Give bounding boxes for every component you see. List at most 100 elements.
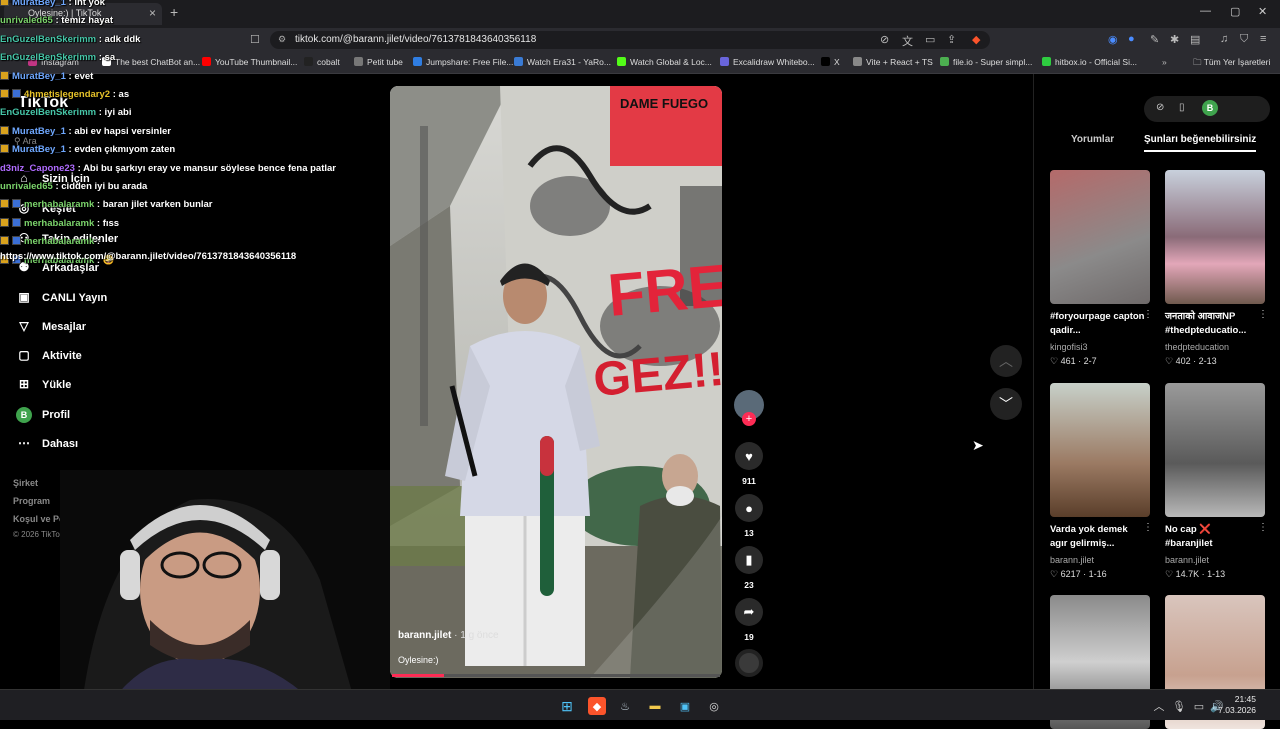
chat-username[interactable]: MuratBey_1	[12, 144, 66, 155]
save-button[interactable]: ▮ 23	[734, 546, 764, 590]
windows-start-icon[interactable]: ⊞	[558, 697, 576, 715]
footer-link[interactable]: Program	[13, 496, 50, 506]
file-explorer-icon[interactable]: ▬	[646, 697, 664, 715]
bookmark-item[interactable]: Watch Era31 - YaRo...	[514, 57, 611, 67]
chat-username[interactable]: unrivaled65	[0, 15, 53, 26]
music-disc-icon[interactable]	[735, 649, 763, 677]
video-thumbnail[interactable]	[1050, 170, 1150, 304]
bookmark-item[interactable]: The best ChatBot an...	[102, 57, 200, 67]
photos-icon[interactable]: ▣	[676, 697, 694, 715]
brave-shield-icon[interactable]: ◆	[972, 33, 980, 46]
chat-username[interactable]: 4hmetislegendary2	[24, 89, 110, 100]
chat-username[interactable]: d3niz_Capone23	[0, 163, 75, 174]
new-tab-button[interactable]: +	[170, 4, 178, 20]
suggested-author[interactable]: barann.jilet	[1050, 555, 1094, 565]
sidebar-item-live[interactable]: ▣ CANLI Yayın	[16, 290, 107, 304]
share-button[interactable]: ➦ 19	[734, 598, 764, 642]
suggested-title[interactable]: Varda yok demek agır gelirmiş...	[1050, 523, 1145, 551]
video-author[interactable]: barann.jilet · 1 g önce	[398, 630, 499, 641]
music-disc[interactable]	[734, 649, 764, 677]
bookmark-item[interactable]: cobalt	[304, 57, 340, 67]
share-page-icon[interactable]: ⇪	[947, 33, 956, 46]
comment-button[interactable]: ● 13	[734, 494, 764, 538]
suggested-title[interactable]: #foryourpage capton qadir...	[1050, 310, 1145, 338]
author-avatar[interactable]: +	[734, 390, 764, 426]
chat-username[interactable]: merhabalaramk	[24, 236, 94, 247]
profile-avatar[interactable]: B	[1202, 100, 1218, 116]
bookmark-item[interactable]: hitbox.io - Official Si...	[1042, 57, 1137, 67]
bookmark-item[interactable]: Excalidraw Whitebo...	[720, 57, 815, 67]
share-icon[interactable]: ➦	[735, 598, 763, 626]
music-icon[interactable]: ♫	[1220, 33, 1228, 45]
sidebar-item-profile-avatar[interactable]: B Profil	[16, 407, 70, 423]
tab-suggested[interactable]: Şunları beğenebilirsiniz	[1144, 134, 1257, 152]
network-icon[interactable]: ▭	[1190, 697, 1208, 715]
more-options-icon[interactable]: ⋮	[1143, 522, 1153, 533]
extension-3-icon[interactable]: ✎	[1150, 33, 1159, 46]
sidebar-item-send[interactable]: ▽ Mesajlar	[16, 319, 86, 333]
suggested-author[interactable]: thedpteducation	[1165, 342, 1229, 352]
follow-plus-icon[interactable]: +	[742, 412, 756, 426]
extensions-icon[interactable]: ✱	[1170, 33, 1179, 46]
chat-username[interactable]: MuratBey_1	[12, 0, 66, 8]
cast-icon[interactable]: ▭	[925, 33, 935, 46]
bookmark-page-icon[interactable]: ☐	[250, 33, 260, 46]
chat-username[interactable]: MuratBey_1	[12, 126, 66, 137]
chat-username[interactable]: merhabalaramk	[24, 218, 94, 229]
tab-comments[interactable]: Yorumlar	[1071, 134, 1114, 145]
system-clock[interactable]: 21:45 7.03.2026	[1218, 694, 1256, 716]
menu-icon[interactable]: ≡	[1260, 33, 1266, 45]
next-video-button[interactable]: ﹀	[990, 388, 1022, 420]
coins-icon[interactable]: ⊘	[1156, 102, 1164, 113]
more-options-icon[interactable]: ⋮	[1258, 522, 1268, 533]
shields-off-icon[interactable]: ⊘	[880, 33, 889, 46]
microphone-icon[interactable]: 🎙	[1170, 697, 1188, 715]
bookmark-item[interactable]: file.io - Super simpl...	[940, 57, 1032, 67]
more-options-icon[interactable]: ⋮	[1258, 309, 1268, 320]
bookmark-item[interactable]: Petit tube	[354, 57, 403, 67]
sidebar-item-more[interactable]: ⋯ Dahası	[16, 436, 78, 450]
like-button[interactable]: ♥ 911	[734, 442, 764, 486]
bookmark-item[interactable]: YouTube Thumbnail...	[202, 57, 297, 67]
obs-icon[interactable]: ◎	[705, 697, 723, 715]
video-progress-bar[interactable]	[392, 674, 720, 677]
suggested-title[interactable]: जनताको आवाजNP #thedpteducatio...	[1165, 310, 1260, 338]
chat-username[interactable]: MuratBey_1	[12, 71, 66, 82]
extension-1-icon[interactable]: ◉	[1108, 33, 1118, 46]
heart-icon[interactable]: ♥	[735, 442, 763, 470]
bookmark-item[interactable]: Vite + React + TS	[853, 57, 933, 67]
bookmark-icon[interactable]: ▮	[735, 546, 763, 574]
previous-video-button[interactable]: ︿	[990, 345, 1022, 377]
suggested-author[interactable]: barann.jilet	[1165, 555, 1209, 565]
wallet-icon[interactable]: ⛉	[1240, 33, 1248, 46]
suggested-title[interactable]: No cap ❌ #baranjilet	[1165, 523, 1260, 551]
bookmark-item[interactable]: Watch Global & Loc...	[617, 57, 712, 67]
minimize-icon[interactable]: —	[1200, 5, 1211, 17]
bookmark-item[interactable]: X	[821, 57, 840, 67]
footer-link[interactable]: Şirket	[13, 478, 38, 488]
maximize-icon[interactable]: ▢	[1230, 5, 1240, 18]
extension-2-icon[interactable]: ●	[1128, 33, 1135, 45]
sidebar-item-upload[interactable]: ⊞ Yükle	[16, 377, 71, 391]
site-settings-icon[interactable]: ⚙	[278, 34, 286, 45]
sidebar-toggle-icon[interactable]: ▤	[1190, 33, 1200, 46]
chat-username[interactable]: EnGuzelBenSkerimm	[0, 34, 96, 45]
bookmark-item[interactable]: Jumpshare: Free File...	[413, 57, 513, 67]
chat-username[interactable]: EnGuzelBenSkerimm	[0, 52, 96, 63]
suggested-author[interactable]: kingofisi3	[1050, 342, 1088, 352]
steam-icon[interactable]: ♨	[616, 697, 634, 715]
all-bookmarks-button[interactable]: 🗀 Tüm Yer İşaretleri	[1193, 57, 1270, 71]
more-options-icon[interactable]: ⋮	[1143, 309, 1153, 320]
close-window-icon[interactable]: ✕	[1258, 5, 1267, 18]
tray-overflow-icon[interactable]: ︿	[1150, 697, 1168, 715]
video-player[interactable]: DAME FUEGO FRE GEZ!!	[390, 86, 722, 678]
chat-username[interactable]: EnGuzelBenSkerimm	[0, 107, 96, 118]
video-thumbnail[interactable]	[1165, 383, 1265, 517]
comment-icon[interactable]: ●	[735, 494, 763, 522]
translate-icon[interactable]: 文	[902, 33, 913, 49]
bookmarks-overflow-icon[interactable]: »	[1162, 57, 1167, 67]
chat-username[interactable]: merhabalaramk	[24, 199, 94, 210]
close-tab-icon[interactable]: ×	[149, 6, 156, 20]
video-thumbnail[interactable]	[1165, 170, 1265, 304]
sidebar-item-activity[interactable]: ▢ Aktivite	[16, 348, 81, 362]
